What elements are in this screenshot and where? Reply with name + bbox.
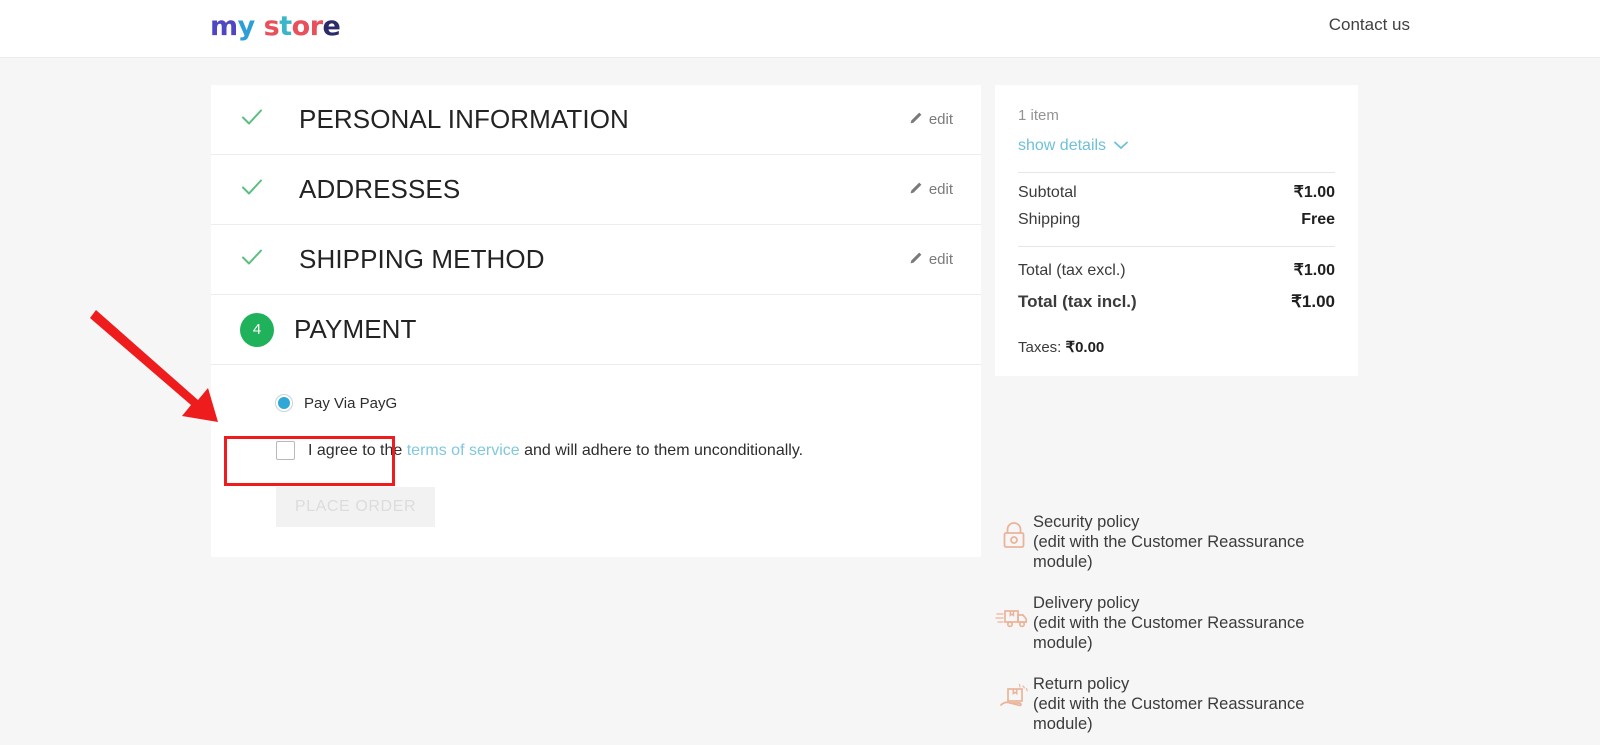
checkout-step-shipping-method[interactable]: SHIPPING METHOD edit xyxy=(211,225,981,295)
summary-line-value: Free xyxy=(1301,211,1335,228)
summary-line-total-tax-excl: Total (tax excl.) ₹1.00 xyxy=(1018,247,1335,280)
step-title: ADDRESSES xyxy=(299,174,461,204)
checkout-step-personal-information[interactable]: PERSONAL INFORMATION edit xyxy=(211,85,981,155)
summary-line-total-tax-incl: Total (tax incl.) ₹1.00 xyxy=(1018,280,1335,312)
step-title: PERSONAL INFORMATION xyxy=(299,104,629,134)
contact-us-link[interactable]: Contact us xyxy=(1329,15,1410,35)
edit-label: edit xyxy=(928,181,953,198)
policy-title: Delivery policy xyxy=(1033,593,1140,612)
summary-line-value: ₹1.00 xyxy=(1293,262,1335,279)
edit-step-button[interactable]: edit xyxy=(909,111,953,129)
lock-icon xyxy=(995,516,1033,554)
policy-text: Return policy (edit with the Customer Re… xyxy=(1033,675,1365,735)
pencil-icon xyxy=(909,111,923,129)
summary-line-value: ₹1.00 xyxy=(1291,292,1335,311)
terms-of-service-link[interactable]: terms of service xyxy=(407,442,520,459)
terms-checkbox[interactable] xyxy=(276,441,295,460)
payment-option-pay-via-payg[interactable]: Pay Via PayG xyxy=(241,383,416,423)
show-details-toggle[interactable]: show details xyxy=(1018,137,1128,155)
site-logo[interactable]: my store xyxy=(210,13,341,40)
step-number-badge: 4 xyxy=(240,312,274,347)
policy-subtitle: (edit with the Customer Reassurance modu… xyxy=(1033,613,1305,652)
terms-agreement-row: I agree to the terms of service and will… xyxy=(276,441,953,460)
show-details-label: show details xyxy=(1018,137,1107,154)
return-box-icon xyxy=(995,678,1033,716)
terms-prefix: I agree to the xyxy=(308,441,407,459)
edit-step-button[interactable]: edit xyxy=(909,251,953,269)
site-header: my store Contact us xyxy=(0,0,1600,58)
step-title: SHIPPING METHOD xyxy=(299,244,545,274)
summary-line-subtotal: Subtotal ₹1.00 xyxy=(1018,173,1335,202)
policy-delivery: Delivery policy (edit with the Customer … xyxy=(995,594,1365,654)
item-count: 1 item xyxy=(1018,107,1059,124)
summary-line-label: Shipping xyxy=(1018,211,1081,228)
pencil-icon xyxy=(909,251,923,269)
taxes-label: Taxes: xyxy=(1018,339,1062,356)
chevron-down-icon xyxy=(1114,137,1128,155)
checkout-step-addresses[interactable]: ADDRESSES edit xyxy=(211,155,981,225)
place-order-button[interactable]: PLACE ORDER xyxy=(276,487,435,527)
summary-line-label: Total (tax incl.) xyxy=(1018,292,1137,311)
policy-subtitle: (edit with the Customer Reassurance modu… xyxy=(1033,532,1305,571)
payment-options-body: Pay Via PayG I agree to the terms of ser… xyxy=(211,365,981,557)
policy-title: Return policy xyxy=(1033,674,1130,693)
taxes-value: ₹0.00 xyxy=(1065,339,1105,356)
truck-icon xyxy=(995,597,1033,635)
pencil-icon xyxy=(909,181,923,199)
page-body: PERSONAL INFORMATION edit ADDRESSES edit xyxy=(0,58,1600,745)
edit-step-button[interactable]: edit xyxy=(909,181,953,199)
policy-security: Security policy (edit with the Customer … xyxy=(995,513,1365,573)
summary-line-label: Subtotal xyxy=(1018,184,1077,201)
radio-button[interactable] xyxy=(275,394,293,412)
summary-line-label: Total (tax excl.) xyxy=(1018,262,1126,279)
terms-text: I agree to the terms of service and will… xyxy=(308,442,803,460)
summary-line-shipping: Shipping Free xyxy=(1018,202,1335,229)
check-icon xyxy=(231,174,273,205)
policy-text: Security policy (edit with the Customer … xyxy=(1033,513,1365,573)
checkout-card: PERSONAL INFORMATION edit ADDRESSES edit xyxy=(211,85,981,557)
step-title: PAYMENT xyxy=(294,314,417,344)
customer-reassurance-block: Security policy (edit with the Customer … xyxy=(995,513,1365,745)
order-summary-card: 1 item show details Subtotal ₹1.00 Shipp… xyxy=(995,85,1358,376)
payment-option-label: Pay Via PayG xyxy=(304,394,398,412)
edit-label: edit xyxy=(928,251,953,268)
taxes-line: Taxes: ₹0.00 xyxy=(1018,338,1335,356)
policy-subtitle: (edit with the Customer Reassurance modu… xyxy=(1033,694,1305,733)
edit-label: edit xyxy=(928,111,953,128)
terms-suffix: and will adhere to them unconditionally. xyxy=(519,441,804,459)
policy-return: Return policy (edit with the Customer Re… xyxy=(995,675,1365,735)
summary-line-value: ₹1.00 xyxy=(1293,184,1335,201)
check-icon xyxy=(231,104,273,135)
policy-text: Delivery policy (edit with the Customer … xyxy=(1033,594,1365,654)
checkout-step-payment: 4 PAYMENT xyxy=(211,295,981,365)
policy-title: Security policy xyxy=(1033,513,1140,531)
check-icon xyxy=(231,244,273,275)
